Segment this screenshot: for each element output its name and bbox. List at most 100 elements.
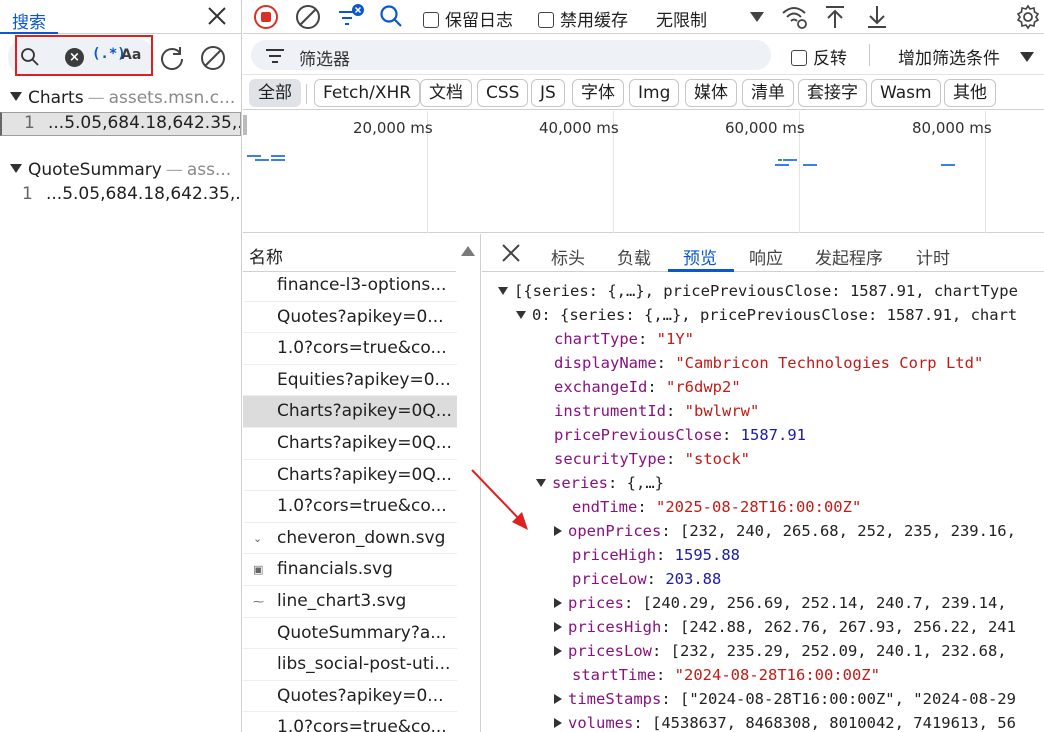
tree-prop-endtime: endTime: "2025-08-28T16:00:00Z" [572,498,862,516]
column-header-name[interactable]: 名称 [249,243,283,268]
checkbox-box[interactable] [538,12,554,28]
expand-triangle-icon [554,526,562,536]
network-timeline[interactable]: 20,000 ms 40,000 ms 60,000 ms 80,000 ms [243,111,1044,233]
checkbox-box[interactable] [791,50,807,66]
tree-prop-priceprevclose: pricePreviousClose: 1587.91 [554,426,806,444]
chip-js[interactable]: JS [531,79,565,107]
tree-node-prices[interactable]: prices: [240.29, 256.69, 252.14, 240.7, … [554,594,1007,618]
gear-icon[interactable] [1015,4,1041,30]
chip-doc[interactable]: 文档 [420,79,472,107]
refresh-icon[interactable] [158,44,186,72]
throttling-select[interactable]: 无限制 [656,6,707,31]
clear-results-icon[interactable] [199,44,227,72]
chip-wasm[interactable]: Wasm [871,79,941,107]
search-input[interactable]: × (.*) Aa [8,38,154,76]
filter-bar: 筛选器 反转 增加筛选条件 [243,35,1044,75]
request-list-header: 名称 [243,234,480,272]
request-row[interactable]: Charts?apikey=0Q... [243,396,457,428]
search-result-file[interactable]: Charts — assets.msn.c... [0,88,241,112]
match-case-button[interactable]: Aa [121,47,141,63]
request-row[interactable]: finance-l3-options... [243,270,457,302]
tree-node-priceshigh[interactable]: pricesHigh: [242.88, 262.76, 267.93, 256… [554,618,1016,642]
request-row[interactable]: Quotes?apikey=0... [243,302,457,334]
timeline-bar [778,159,782,161]
tab-timing[interactable]: 计时 [916,244,950,269]
expand-triangle-icon [554,718,562,728]
search-panel-tabbar: 搜索 [0,0,241,34]
chip-fetch-xhr[interactable]: Fetch/XHR [314,79,421,107]
request-row[interactable]: ▣ financials.svg [243,554,457,586]
tree-node-openprices[interactable]: openPrices: [232, 240, 265.68, 252, 235,… [554,522,1016,546]
request-row[interactable]: ⌄ cheveron_down.svg [243,523,457,555]
chip-manifest[interactable]: 清单 [742,79,794,107]
timeline-tick-label: 80,000 ms [912,119,992,137]
timeline-handle[interactable] [243,115,247,135]
filter-placeholder: 筛选器 [299,50,350,70]
tree-node-timestamps[interactable]: timeStamps: ["2024-08-28T16:00:00Z", "20… [554,690,1016,714]
tab-headers[interactable]: 标头 [551,244,585,269]
tree-prop-charttype: chartType: "1Y" [554,330,694,348]
request-row[interactable]: QuoteSummary?a... [243,618,457,650]
chip-css[interactable]: CSS [477,79,529,107]
chip-media[interactable]: 媒体 [685,79,737,107]
search-result-group: QuoteSummary — ass... 1 ...5.05,684.18,642.… [0,160,241,208]
tab-initiator[interactable]: 发起程序 [815,244,883,269]
request-row[interactable]: 1.0?cors=true&co... [243,491,457,523]
request-row[interactable]: 1.0?cors=true&co... [243,712,457,732]
disable-cache-checkbox[interactable]: 禁用缓存 [538,6,628,31]
expand-triangle-icon [10,92,22,101]
network-conditions-icon[interactable] [781,4,809,30]
tree-node-volumes[interactable]: volumes: [4538637, 8468308, 8010042, 741… [554,714,1016,732]
close-icon[interactable] [500,242,522,264]
chip-websocket[interactable]: 套接字 [798,79,867,107]
expand-triangle-icon [536,479,546,487]
tree-node-root[interactable]: [{series: {,…}, pricePreviousClose: 1587… [498,282,1018,306]
chevron-down-icon[interactable] [748,10,766,24]
checkbox-box[interactable] [423,12,439,28]
chip-font[interactable]: 字体 [572,79,624,107]
tree-prop-securitytype: securityType: "stock" [554,450,750,468]
more-filters-dropdown[interactable]: 增加筛选条件 [898,44,1000,69]
clear-icon[interactable] [295,4,321,30]
divider [306,84,307,104]
tree-node-series[interactable]: series: {,…} [536,474,664,498]
divider [869,44,870,66]
timeline-bar [775,164,789,166]
chevron-down-icon[interactable] [1019,51,1035,63]
search-icon[interactable] [379,4,405,30]
active-tab-indicator [668,269,734,272]
clear-search-icon[interactable]: × [65,48,84,67]
tab-payload[interactable]: 负载 [617,244,651,269]
filter-toggle-icon[interactable] [337,4,365,30]
request-row[interactable]: Charts?apikey=0Q... [243,428,457,460]
invert-checkbox[interactable]: 反转 [791,44,847,69]
import-har-icon[interactable] [823,4,847,30]
request-row[interactable]: Equities?apikey=0... [243,365,457,397]
request-row[interactable]: Charts?apikey=0Q... [243,460,457,492]
export-har-icon[interactable] [865,4,889,30]
request-row[interactable]: Quotes?apikey=0... [243,681,457,713]
request-row[interactable]: ⁓ line_chart3.svg [243,586,457,618]
chip-img[interactable]: Img [629,79,680,107]
filter-input[interactable]: 筛选器 [251,40,771,70]
scroll-up-icon[interactable] [461,246,475,256]
line-chart-icon: ⁓ [253,595,264,608]
tab-search[interactable]: 搜索 [0,0,58,34]
tree-node-item-0[interactable]: 0: {series: {,…}, pricePreviousClose: 15… [516,306,1017,330]
timeline-bar [941,164,955,166]
chip-other[interactable]: 其他 [944,79,996,107]
expand-triangle-icon [554,622,562,632]
search-result-file[interactable]: QuoteSummary — ass... [0,160,241,184]
request-row[interactable]: 1.0?cors=true&co... [243,333,457,365]
record-stop-icon[interactable] [253,4,279,30]
tab-preview[interactable]: 预览 [683,244,717,269]
expand-triangle-icon [554,694,562,704]
tab-response[interactable]: 响应 [749,244,783,269]
search-result-line[interactable]: 1 ...5.05,684.18,642.35,... [0,112,241,136]
search-result-line[interactable]: 1 ...5.05,684.18,642.35,... [0,184,241,208]
preserve-log-checkbox[interactable]: 保留日志 [423,6,513,31]
request-row[interactable]: libs_social-post-uti... [243,649,457,681]
chip-all[interactable]: 全部 [249,79,301,107]
close-icon[interactable] [205,4,229,28]
tree-node-priceslow[interactable]: pricesLow: [232, 235.29, 252.09, 240.1, … [554,642,1007,666]
